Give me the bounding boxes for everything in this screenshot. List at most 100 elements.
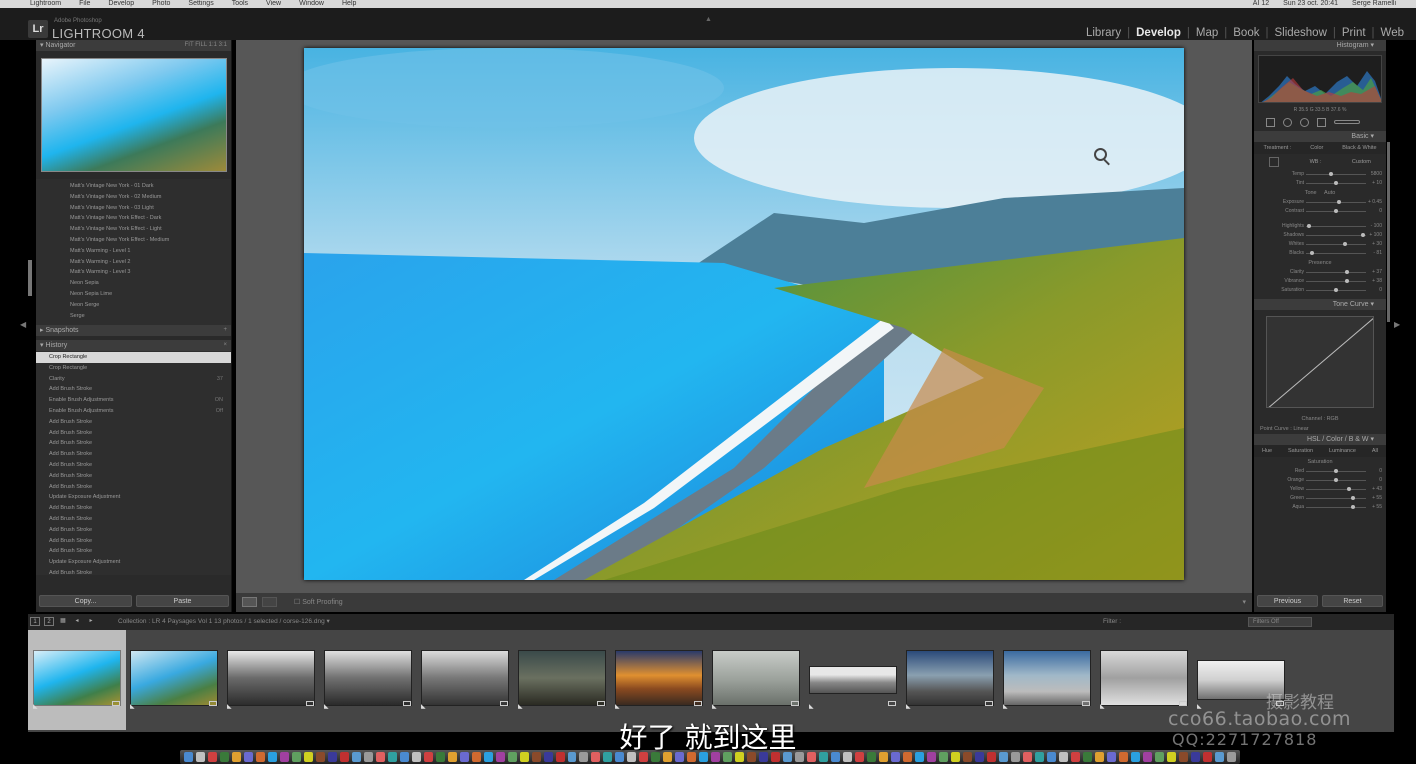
filmstrip-source-path[interactable]: Collection : LR 4 Paysages Vol 1 13 phot…	[118, 614, 330, 630]
history-item[interactable]: Crop Rectangle	[36, 363, 231, 374]
slider-exposure[interactable]: Exposure + 0.45	[1254, 198, 1386, 207]
tone-auto-button[interactable]: Auto	[1324, 190, 1335, 196]
filmstrip-thumbnail[interactable]: ◣	[610, 630, 708, 730]
crop-tool-icon[interactable]	[1266, 117, 1275, 127]
thumbnail-image[interactable]	[227, 650, 315, 706]
slider-orange[interactable]: Orange 0	[1254, 476, 1386, 485]
add-snapshot-icon[interactable]: +	[223, 325, 227, 336]
slider-blacks[interactable]: Blacks - 81	[1254, 249, 1386, 258]
history-item[interactable]: Add Brush Stroke	[36, 546, 231, 557]
thumbnail-image[interactable]	[809, 666, 897, 694]
point-curve-label[interactable]: Point Curve : Linear	[1254, 424, 1386, 434]
preset-item[interactable]: Matt's Warming - Level 1	[70, 246, 231, 257]
right-panel-scrollbar[interactable]	[1387, 142, 1390, 322]
history-item[interactable]: Add Brush Stroke	[36, 471, 231, 482]
grid-view-icon[interactable]: ▦	[58, 617, 68, 626]
navigator-preview[interactable]	[41, 58, 227, 172]
slider-whites[interactable]: Whites + 30	[1254, 240, 1386, 249]
slider-track[interactable]	[1306, 235, 1366, 236]
slider-track[interactable]	[1306, 507, 1366, 508]
history-item[interactable]: Add Brush Stroke	[36, 438, 231, 449]
slider-aqua[interactable]: Aqua + 55	[1254, 503, 1386, 512]
filmstrip-thumbnail[interactable]: ◣	[998, 630, 1096, 730]
hsl-tab-saturation[interactable]: Saturation	[1288, 448, 1313, 454]
image-canvas[interactable]	[236, 40, 1252, 593]
history-item[interactable]: Update Exposure Adjustment	[36, 557, 231, 568]
slider-track[interactable]	[1306, 226, 1366, 227]
preset-item[interactable]: Matt's Vintage New York - 03 Light	[70, 203, 231, 214]
hsl-tab-luminance[interactable]: Luminance	[1329, 448, 1356, 454]
basic-header[interactable]: Basic ▾	[1254, 131, 1386, 142]
thumbnail-image[interactable]	[1100, 650, 1188, 706]
thumbnail-image[interactable]	[518, 650, 606, 706]
history-item[interactable]: Add Brush Stroke	[36, 514, 231, 525]
slider-shadows[interactable]: Shadows + 100	[1254, 231, 1386, 240]
module-print[interactable]: Print	[1336, 27, 1372, 39]
snapshots-header[interactable]: ▸ Snapshots +	[36, 325, 231, 336]
slider-knob[interactable]	[1350, 505, 1355, 509]
history-item[interactable]: Add Brush Stroke	[36, 536, 231, 547]
preset-item[interactable]: Matt's Warming - Level 2	[70, 257, 231, 268]
slider-track[interactable]	[1306, 272, 1366, 273]
slider-red[interactable]: Red 0	[1254, 467, 1386, 476]
slider-knob[interactable]	[1307, 224, 1311, 228]
graduated-filter-icon[interactable]	[1317, 117, 1326, 127]
right-panel-toggle-icon[interactable]: ▶	[1394, 320, 1400, 329]
left-panel-toggle-icon[interactable]: ◀	[20, 320, 26, 329]
before-after-view-icon[interactable]	[262, 597, 277, 607]
module-map[interactable]: Map	[1190, 27, 1224, 39]
window-2-button[interactable]: 2	[44, 617, 54, 626]
slider-knob[interactable]	[1350, 496, 1355, 500]
menu-item[interactable]: Tools	[232, 0, 248, 8]
reset-button[interactable]: Reset	[1322, 595, 1383, 607]
thumbnail-image[interactable]	[1003, 650, 1091, 706]
menu-item[interactable]: View	[266, 0, 281, 8]
thumbnail-image[interactable]	[712, 650, 800, 706]
slider-tint[interactable]: Tint + 10	[1254, 179, 1386, 188]
slider-knob[interactable]	[1334, 288, 1338, 292]
slider-highlights[interactable]: Highlights - 100	[1254, 222, 1386, 231]
red-eye-icon[interactable]	[1300, 117, 1309, 127]
slider-track[interactable]	[1306, 281, 1366, 282]
history-item[interactable]: Enable Brush Adjustments ON	[36, 395, 231, 406]
module-develop[interactable]: Develop	[1130, 27, 1187, 39]
slider-temp[interactable]: Temp 5800	[1254, 170, 1386, 179]
filter-dropdown[interactable]: Filters Off	[1248, 617, 1312, 627]
hsl-tab-hue[interactable]: Hue	[1262, 448, 1272, 454]
history-item[interactable]: Update Exposure Adjustment	[36, 492, 231, 503]
copy-button[interactable]: Copy...	[39, 595, 132, 607]
left-panel-scrollbar[interactable]	[28, 260, 32, 296]
slider-track[interactable]	[1306, 174, 1366, 175]
slider-knob[interactable]	[1334, 469, 1338, 473]
slider-knob[interactable]	[1343, 242, 1347, 246]
history-item[interactable]: Clarity 37	[36, 374, 231, 385]
filmstrip-thumbnail[interactable]: ◣	[416, 630, 514, 730]
menu-item[interactable]: Develop	[108, 0, 134, 8]
history-item[interactable]: Add Brush Stroke	[36, 417, 231, 428]
tonecurve-header[interactable]: Tone Curve ▾	[1254, 299, 1386, 310]
history-item[interactable]: Add Brush Stroke	[36, 525, 231, 536]
filmstrip-thumbnail[interactable]: ◣	[901, 630, 999, 730]
menu-item[interactable]: File	[79, 0, 90, 8]
menu-item[interactable]: Photo	[152, 0, 170, 8]
slider-track[interactable]	[1306, 498, 1366, 499]
panel-collapse-top-icon[interactable]: ▲	[705, 16, 712, 23]
histogram[interactable]	[1258, 55, 1382, 103]
menu-item[interactable]: Lightroom	[30, 0, 61, 8]
slider-contrast[interactable]: Contrast 0	[1254, 207, 1386, 216]
preset-item[interactable]: Neon Sepia Lime	[70, 289, 231, 300]
slider-knob[interactable]	[1344, 270, 1349, 274]
previous-button[interactable]: Previous	[1257, 595, 1318, 607]
module-web[interactable]: Web	[1375, 27, 1410, 39]
module-library[interactable]: Library	[1080, 27, 1127, 39]
back-arrow-icon[interactable]: ◂	[72, 617, 82, 626]
slider-knob[interactable]	[1334, 478, 1338, 482]
channel-label[interactable]: Channel : RGB	[1254, 414, 1386, 424]
slider-knob[interactable]	[1329, 172, 1334, 176]
slider-saturation[interactable]: Saturation 0	[1254, 286, 1386, 295]
adjustment-brush-icon[interactable]	[1334, 120, 1360, 124]
thumbnail-image[interactable]	[33, 650, 121, 706]
filmstrip-thumbnail[interactable]: ◣	[125, 630, 223, 730]
slider-knob[interactable]	[1334, 181, 1338, 185]
preset-item[interactable]: Matt's Vintage New York - 01 Dark	[70, 181, 231, 192]
